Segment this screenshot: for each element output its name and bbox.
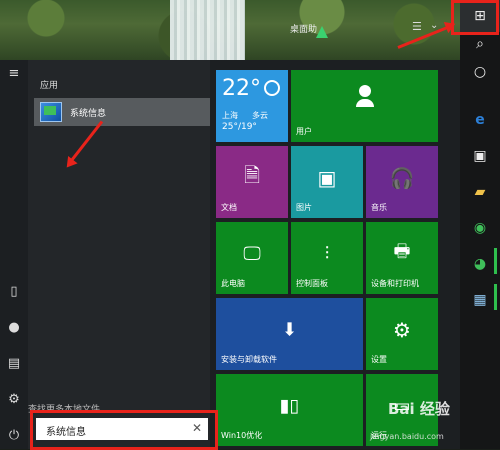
search-icon[interactable]: ⌕ [470,34,490,54]
sliders-icon: ⫶ [324,243,330,265]
file-explorer-icon[interactable]: ▰ [470,182,490,202]
desktop-label[interactable]: 桌面助 [290,22,317,35]
picture-icon: ▣ [317,166,337,191]
tile-user[interactable]: 用户 [291,70,438,142]
tablet-mode-icon[interactable]: ▯ [6,284,22,300]
tile-install-uninstall[interactable]: ⬇ 安装与卸载软件 [216,298,363,370]
file-explorer-icon[interactable]: ▤ [6,356,22,372]
tile-docs-label: 文档 [221,203,237,212]
settings-gear-icon[interactable]: ⚙ [6,392,22,408]
weather-condition: 多云 [252,111,268,120]
tile-install-label: 安装与卸载软件 [221,355,277,364]
system-information-icon [40,102,62,122]
weather-range: 25°/19° [222,122,257,132]
tile-weather[interactable]: 22° 上海 多云 25°/19° [216,70,288,142]
headphones-icon: 🎧 [389,166,415,191]
tile-pictures[interactable]: ▣ 图片 [291,146,363,218]
monitor-icon: 🖵 [243,243,261,265]
start-left-rail: ≡ ▯ ● ▤ ⚙ ⏻ [0,60,28,449]
tile-this-pc[interactable]: 🖵 此电脑 [216,222,288,294]
edge-icon[interactable]: e [470,110,490,130]
cortana-circle-icon[interactable]: ○ [470,62,490,82]
tile-music-label: 音乐 [371,203,387,212]
tile-pics-label: 图片 [296,203,312,212]
printer-icon: 🖶 [393,241,411,263]
tile-music[interactable]: 🎧 音乐 [366,146,438,218]
download-box-icon: ⬇ [281,319,298,341]
weather-city: 上海 [222,111,238,120]
search-result-system-information[interactable]: 系统信息 [34,98,210,126]
watermark-url: jingyan.baidu.com [370,432,444,441]
store-icon[interactable]: ▣ [470,146,490,166]
active-indicator [494,284,497,310]
sun-icon [264,80,280,96]
taskbar: ⊞ ⌕ ○ e ▣ ▰ ◉ ◕ ▦ [460,0,500,449]
tile-printers-label: 设备和打印机 [371,279,419,288]
tile-settings[interactable]: ⚙ 设置 [366,298,438,370]
tile-user-label: 用户 [296,127,312,136]
wechat-icon[interactable]: ◕ [470,254,490,274]
active-indicator [494,248,497,274]
tile-ctrl-label: 控制面板 [296,279,328,288]
person-icon [355,84,374,107]
green-app-icon[interactable]: ◉ [470,218,490,238]
tile-w10-label: Win10优化 [221,431,263,440]
watermark-logo: Bai 经验 [388,400,450,418]
desktop-waterfall [170,0,245,60]
desktop-background: 桌面助 ☰ ⌄ [0,0,460,60]
power-icon[interactable]: ⏻ [6,428,22,444]
tile-documents[interactable]: 🗎 文档 [216,146,288,218]
qq-icon[interactable]: ▦ [470,290,490,310]
hamburger-menu-icon[interactable]: ≡ [6,66,22,82]
apps-pane: 应用 系统信息 [28,60,210,449]
document-icon: 🗎 [243,163,261,188]
tile-pc-label: 此电脑 [221,279,245,288]
panel-icon: ▮▯ [279,395,300,417]
gear-icon: ⚙ [393,318,411,343]
tile-win10-optimize[interactable]: ▮▯ Win10优化 [216,374,363,446]
tile-control-panel[interactable]: ⫶ 控制面板 [291,222,363,294]
tree-icon[interactable] [316,26,328,38]
weather-temp: 22° [222,76,261,101]
tile-settings-label: 设置 [371,355,387,364]
app-result-label: 系统信息 [70,108,107,119]
menu-icon[interactable]: ☰ [412,20,422,33]
apps-section-label: 应用 [40,81,59,91]
tile-devices-printers[interactable]: 🖶 设备和打印机 [366,222,438,294]
annotation-box-search [30,410,218,450]
annotation-box-start [451,0,499,35]
user-avatar-icon[interactable]: ● [6,320,22,336]
start-menu: ≡ ▯ ● ▤ ⚙ ⏻ 应用 系统信息 查找更多本地文件 22° 上海 多云 2… [0,60,460,449]
